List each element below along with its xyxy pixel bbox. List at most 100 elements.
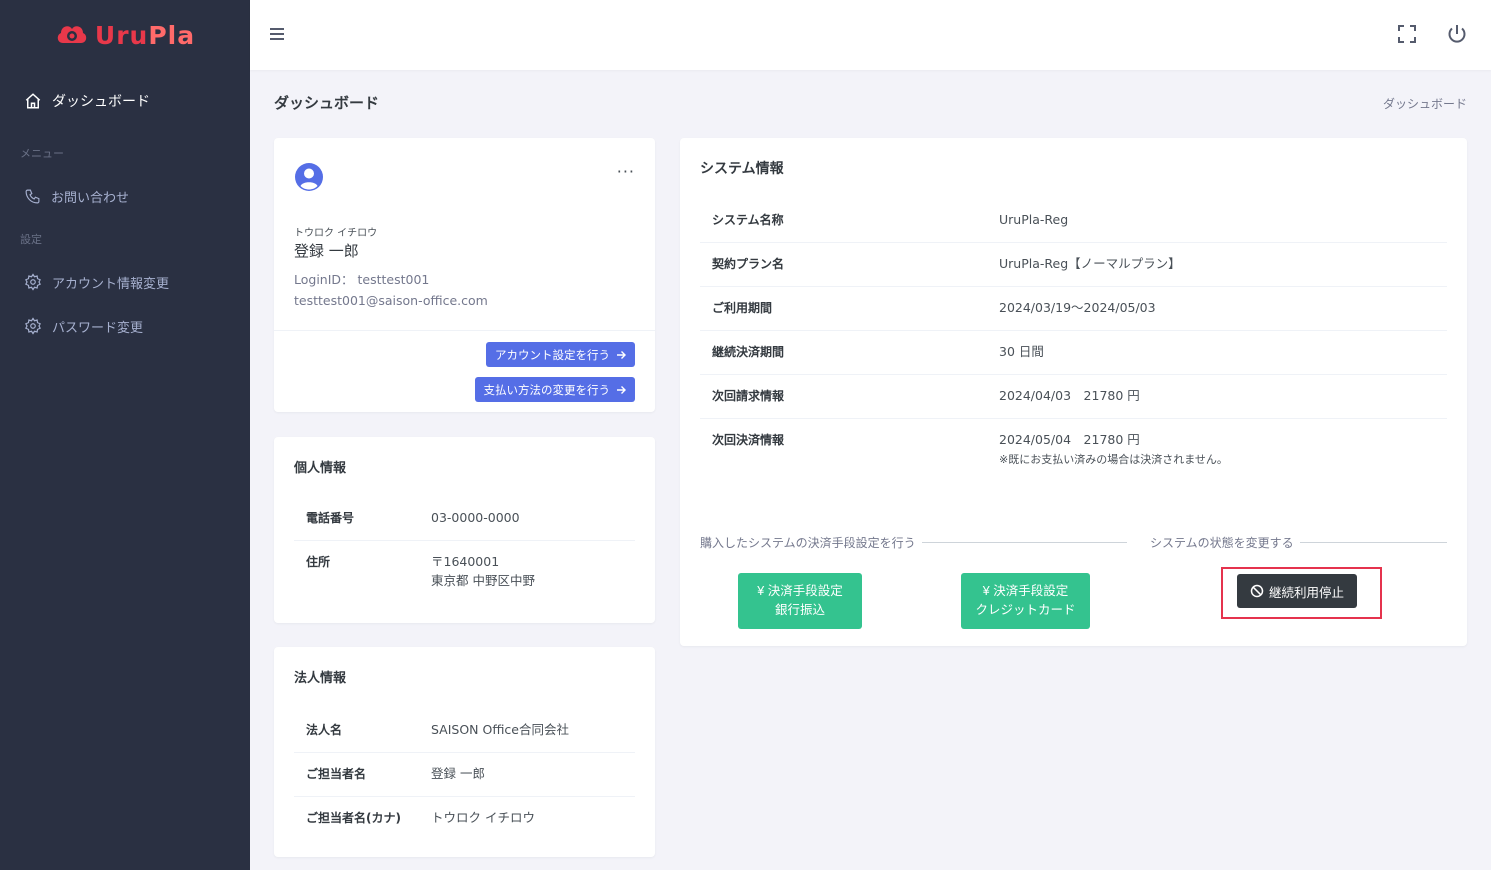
logo-icon (57, 26, 87, 43)
change-payment-button-label: 支払い方法の変更を行う (483, 384, 611, 397)
table-row: 法人名 SAISON Office合同会社 (294, 709, 635, 753)
address-value: 〒1640001 東京都 中野区中野 (431, 541, 535, 603)
system-info-card: システム情報 システム名称 UruPla-Reg 契約プラン名 UruPla-R… (680, 138, 1467, 646)
billing-cycle-label: 継続決済期間 (712, 345, 785, 359)
table-row: 次回決済情報 2024/05/04 21780 円 ※既にお支払い済みの場合は決… (700, 419, 1447, 480)
arrow-right-icon (617, 385, 626, 394)
button-line-1: ¥ 決済手段設定 (982, 584, 1069, 599)
profile-email: testtest001@saison-office.com (294, 293, 488, 308)
sidebar-item-dashboard[interactable]: ダッシュボード (0, 70, 250, 132)
personal-info-title: 個人情報 (294, 461, 347, 476)
page-title: ダッシュボード (274, 94, 380, 112)
logo[interactable]: UruPla (0, 0, 250, 70)
plan-name-label: 契約プラン名 (712, 257, 785, 271)
logo-text: UruPla (94, 20, 196, 50)
gear-icon (25, 273, 41, 291)
corp-name-label: 法人名 (306, 723, 343, 737)
corporate-info-table: 法人名 SAISON Office合同会社 ご担当者名 登録 一郎 ご担当者名(… (294, 709, 635, 839)
stop-subscription-label: 継続利用停止 (1269, 585, 1345, 600)
sidebar-item-label: パスワード変更 (52, 320, 144, 336)
sidebar-item-label: アカウント情報変更 (52, 276, 170, 292)
payment-section-heading: 購入したシステムの決済手段設定を行う (700, 534, 1127, 551)
account-settings-button-label: アカウント設定を行う (495, 349, 610, 362)
hamburger-menu-icon[interactable] (266, 23, 288, 45)
payment-bank-transfer-button[interactable]: ¥ 決済手段設定 銀行振込 (738, 573, 862, 629)
profile-name-kana: トウロク イチロウ (294, 228, 378, 239)
table-row: ご利用期間 2024/03/19～2024/05/03 (700, 287, 1447, 331)
usage-period-value: 2024/03/19～2024/05/03 (999, 300, 1156, 315)
divider-line (921, 542, 1127, 543)
more-options-icon[interactable]: ··· (617, 162, 635, 181)
phone-value: 03-0000-0000 (431, 510, 520, 525)
corp-name-value: SAISON Office合同会社 (431, 722, 569, 737)
next-invoice-value: 2024/04/03 21780 円 (999, 388, 1140, 403)
status-section-heading: システムの状態を変更する (1150, 534, 1447, 551)
table-row: ご担当者名(カナ) トウロク イチロウ (294, 797, 635, 840)
fullscreen-icon[interactable] (1395, 22, 1419, 46)
next-payment-text: 2024/05/04 21780 円 (999, 432, 1140, 447)
status-section-label: システムの状態を変更する (1150, 536, 1294, 550)
table-row: 次回請求情報 2024/04/03 21780 円 (700, 375, 1447, 419)
payment-credit-card-button[interactable]: ¥ 決済手段設定 クレジットカード (961, 573, 1090, 629)
table-row: システム名称 UruPla-Reg (700, 199, 1447, 243)
stop-subscription-button[interactable]: 継続利用停止 (1237, 574, 1358, 608)
postal-code: 〒1640001 (431, 553, 500, 569)
sidebar-section-settings: 設定 (20, 233, 42, 246)
system-info-table: システム名称 UruPla-Reg 契約プラン名 UruPla-Reg【ノーマル… (700, 199, 1447, 480)
profile-card: ··· トウロク イチロウ 登録 一郎 LoginID： testtest001… (274, 138, 655, 412)
divider-line (1299, 542, 1447, 543)
table-row: ご担当者名 登録 一郎 (294, 753, 635, 797)
system-info-title: システム情報 (700, 161, 784, 177)
sidebar-item-account[interactable]: アカウント情報変更 (0, 260, 250, 304)
yen-icon: ¥ (757, 584, 765, 599)
usage-period-label: ご利用期間 (712, 301, 773, 315)
table-row: 電話番号 03-0000-0000 (294, 497, 635, 541)
payment-note: ※既にお支払い済みの場合は決済されません。 (999, 452, 1228, 466)
sidebar-item-label: お問い合わせ (51, 190, 130, 206)
profile-login-id: LoginID： testtest001 (294, 272, 430, 287)
change-payment-button[interactable]: 支払い方法の変更を行う (474, 377, 635, 402)
power-icon[interactable] (1445, 22, 1469, 46)
sidebar: UruPla ダッシュボード メニュー お問い合わせ 設定 アカウント情報変更 … (0, 0, 250, 870)
button-line-1: ¥ 決済手段設定 (757, 584, 843, 599)
gear-icon (25, 317, 41, 335)
corporate-info-title: 法人情報 (294, 671, 347, 686)
table-row: 契約プラン名 UruPla-Reg【ノーマルプラン】 (700, 243, 1447, 287)
system-name-label: システム名称 (712, 213, 784, 227)
user-avatar-icon (295, 163, 323, 191)
next-payment-label: 次回決済情報 (712, 433, 785, 447)
sidebar-item-password[interactable]: パスワード変更 (0, 304, 250, 348)
contact-kana-label: ご担当者名(カナ) (306, 810, 401, 825)
contact-kana-value: トウロク イチロウ (431, 809, 535, 825)
billing-cycle-value: 30 日間 (999, 344, 1044, 359)
address-text: 東京都 中野区中野 (431, 572, 535, 588)
sidebar-section-menu: メニュー (20, 147, 64, 160)
plan-name-value: UruPla-Reg【ノーマルプラン】 (999, 256, 1181, 271)
table-row: 継続決済期間 30 日間 (700, 331, 1447, 375)
next-payment-value: 2024/05/04 21780 円 ※既にお支払い済みの場合は決済されません。 (999, 419, 1228, 480)
corporate-info-card: 法人情報 法人名 SAISON Office合同会社 ご担当者名 登録 一郎 ご… (274, 647, 655, 857)
button-line-2: クレジットカード (975, 603, 1076, 617)
breadcrumb[interactable]: ダッシュボード (1383, 95, 1467, 112)
next-invoice-label: 次回請求情報 (712, 389, 785, 403)
card-divider (274, 330, 655, 331)
account-settings-button[interactable]: アカウント設定を行う (486, 342, 635, 367)
yen-icon: ¥ (982, 584, 990, 599)
contact-value: 登録 一郎 (431, 765, 485, 781)
top-header (250, 0, 1491, 70)
sidebar-item-contact[interactable]: お問い合わせ (0, 174, 250, 218)
arrow-right-icon (617, 350, 626, 359)
personal-info-card: 個人情報 電話番号 03-0000-0000 住所 〒1640001 東京都 中… (274, 437, 655, 623)
button-line-2: 銀行振込 (774, 603, 825, 617)
profile-name: 登録 一郎 (294, 242, 359, 260)
system-name-value: UruPla-Reg (999, 212, 1069, 227)
address-label: 住所 (306, 554, 331, 569)
table-row: 住所 〒1640001 東京都 中野区中野 (294, 541, 635, 603)
phone-icon (25, 189, 40, 203)
contact-label: ご担当者名 (306, 766, 367, 781)
home-icon (25, 93, 41, 109)
payment-section-label: 購入したシステムの決済手段設定を行う (700, 536, 916, 550)
phone-label: 電話番号 (306, 511, 355, 525)
block-icon (1250, 584, 1264, 598)
sidebar-item-label: ダッシュボード (52, 94, 150, 110)
